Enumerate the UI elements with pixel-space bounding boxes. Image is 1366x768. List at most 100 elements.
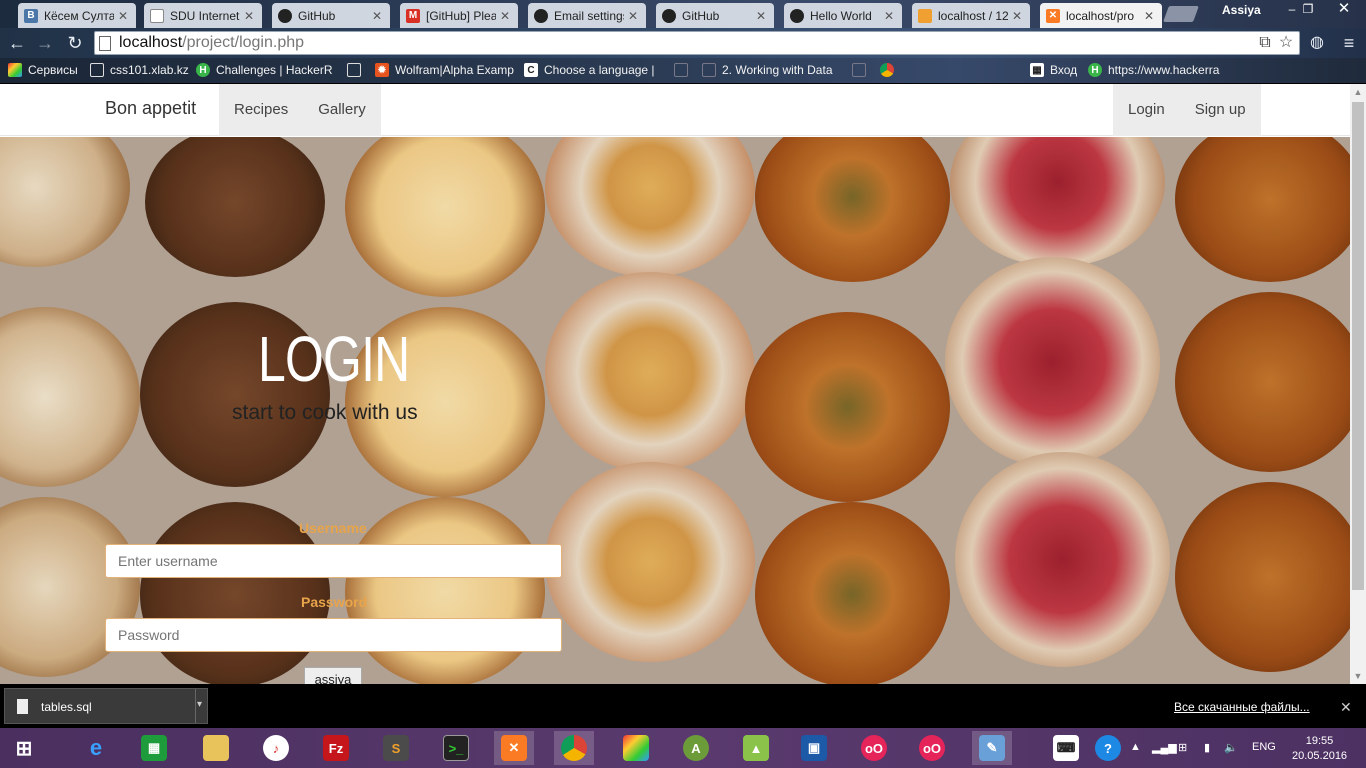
address-bar[interactable]: localhost/project/login.php [94,31,1300,55]
close-icon[interactable]: ✕ [244,9,256,23]
tab-title: [GitHub] Plea [426,8,496,23]
close-icon[interactable]: ✕ [118,9,130,23]
terminal-icon[interactable]: >_ [436,731,476,765]
folder-icon[interactable] [196,731,236,765]
clock-time: 19:55 [1305,735,1334,747]
new-tab-button[interactable] [1163,6,1199,22]
nav-left: Recipes Gallery [219,84,381,136]
browser-tab[interactable]: SDU Internet ✕ [144,3,262,28]
oo-app-icon[interactable]: oO [912,731,952,765]
itunes-icon[interactable]: ♪ [256,731,296,765]
close-window-icon[interactable]: ✕ [1330,0,1358,20]
oo-app-icon[interactable]: oO [854,731,894,765]
android-icon[interactable]: ▲ [736,731,776,765]
browser-tab[interactable]: M [GitHub] Plea ✕ [400,3,518,28]
file-icon [17,699,28,714]
close-icon[interactable]: ✕ [756,9,768,23]
site-brand[interactable]: Bon appetit [105,98,196,119]
store-icon[interactable]: ▦ [134,731,174,765]
nav-link-signup[interactable]: Sign up [1180,84,1261,136]
bookmark-item[interactable]: css101.xlab.kz [90,62,189,78]
windows-start-icon[interactable]: ⊞ [4,731,44,765]
tab-title: GitHub [298,8,336,23]
bookmark-item[interactable] [674,62,694,78]
network-icon[interactable]: ⊞ [1178,741,1187,754]
forward-icon[interactable]: → [34,32,56,54]
bookmark-item[interactable] [347,62,367,78]
username-label: Username [299,520,367,536]
page-info-icon[interactable] [99,35,111,51]
nav-link-recipes[interactable]: Recipes [219,84,303,136]
bookmark-label: 2. Working with Data [722,63,833,77]
bookmark-item[interactable]: H Challenges | HackerR [196,62,333,78]
close-icon[interactable]: ✕ [1144,9,1156,23]
help-icon[interactable]: ? [1088,731,1128,765]
bookmark-item[interactable] [880,62,900,78]
download-item[interactable]: tables.sql ▾ [4,688,208,724]
browser-tab[interactable]: localhost / 12 ✕ [912,3,1030,28]
close-icon[interactable]: ✕ [500,9,512,23]
close-icon[interactable]: ✕ [884,9,896,23]
scroll-up-icon[interactable]: ▲ [1350,84,1366,100]
star-icon[interactable]: ☆ [1277,34,1295,52]
page-scrollbar[interactable]: ▲ ▼ [1350,84,1366,684]
bookmark-item[interactable]: 2. Working with Data [702,62,833,78]
system-clock[interactable]: 19:55 20.05.2016 [1292,734,1347,764]
bookmark-item[interactable]: ▦ Вход [1030,62,1077,78]
translate-icon[interactable]: ⧉ [1256,34,1274,52]
bookmark-item[interactable]: C Choose a language | [524,62,655,78]
menu-icon[interactable]: ≡ [1338,32,1360,54]
close-icon[interactable]: ✕ [1012,9,1024,23]
restore-icon[interactable]: ❐ [1294,0,1322,20]
filezilla-icon[interactable]: Fz [316,731,356,765]
close-icon[interactable]: ✕ [1340,699,1352,716]
close-icon[interactable]: ✕ [372,9,384,23]
reload-icon[interactable]: ↻ [64,32,86,54]
scroll-down-icon[interactable]: ▼ [1350,668,1366,684]
hero-overlay [0,137,1350,684]
bookmark-label: Choose a language | [544,63,655,77]
back-icon[interactable]: ← [6,32,28,54]
username-input[interactable] [105,544,562,578]
xampp-icon[interactable]: ✕ [494,731,534,765]
browser-tab-active[interactable]: ✕ localhost/pro ✕ [1040,3,1162,28]
nav-link-login[interactable]: Login [1113,84,1180,136]
password-label: Password [301,594,368,610]
chrome-icon[interactable] [554,731,594,765]
chevron-down-icon[interactable]: ▾ [197,699,207,710]
wolfram-icon: ✹ [375,63,389,77]
bookmark-item[interactable]: H https://www.hackerra [1088,62,1219,78]
sublime-icon[interactable]: S [376,731,416,765]
browser-tab[interactable]: GitHub ✕ [656,3,774,28]
nav-link-gallery[interactable]: Gallery [303,84,381,136]
close-icon[interactable]: ✕ [628,9,640,23]
android-studio-icon[interactable]: A [676,731,716,765]
profile-name[interactable]: Assiya [1222,3,1261,17]
browser-tab[interactable]: B Кёсем Султан ✕ [18,3,136,28]
battery-icon[interactable]: ▮ [1204,741,1210,754]
virtualbox-icon[interactable]: ▣ [794,731,834,765]
feather-app-icon[interactable] [616,731,656,765]
document-icon [674,63,688,77]
paint-icon[interactable]: ✎ [972,731,1012,765]
browser-tab[interactable]: GitHub ✕ [272,3,390,28]
volume-icon[interactable]: 🔈 [1224,741,1238,754]
language-indicator[interactable]: ENG [1252,741,1276,753]
scrollbar-thumb[interactable] [1352,102,1364,590]
bookmark-label: Вход [1050,63,1078,77]
bookmark-item[interactable]: ✹ Wolfram|Alpha Examp [375,62,514,78]
show-all-downloads-link[interactable]: Все скачанные файлы... [1174,700,1310,714]
chevron-up-icon[interactable]: ▲ [1130,741,1141,753]
browser-tab[interactable]: Hello World ✕ [784,3,902,28]
tab-title: Кёсем Султан [44,8,114,23]
ie-icon[interactable]: e [76,731,116,765]
signal-icon[interactable]: ▂▄▆ [1152,741,1177,754]
site-navbar: Bon appetit Recipes Gallery Login Sign u… [0,84,1350,136]
bookmark-item[interactable] [852,62,872,78]
bookmark-item[interactable]: Сервисы [8,62,78,78]
submit-button[interactable]: assiya [304,667,362,684]
browser-tab[interactable]: Email settings ✕ [528,3,646,28]
extension-icon[interactable]: ◍ [1306,32,1328,54]
password-input[interactable] [105,618,562,652]
keyboard-icon[interactable]: ⌨ [1046,731,1086,765]
